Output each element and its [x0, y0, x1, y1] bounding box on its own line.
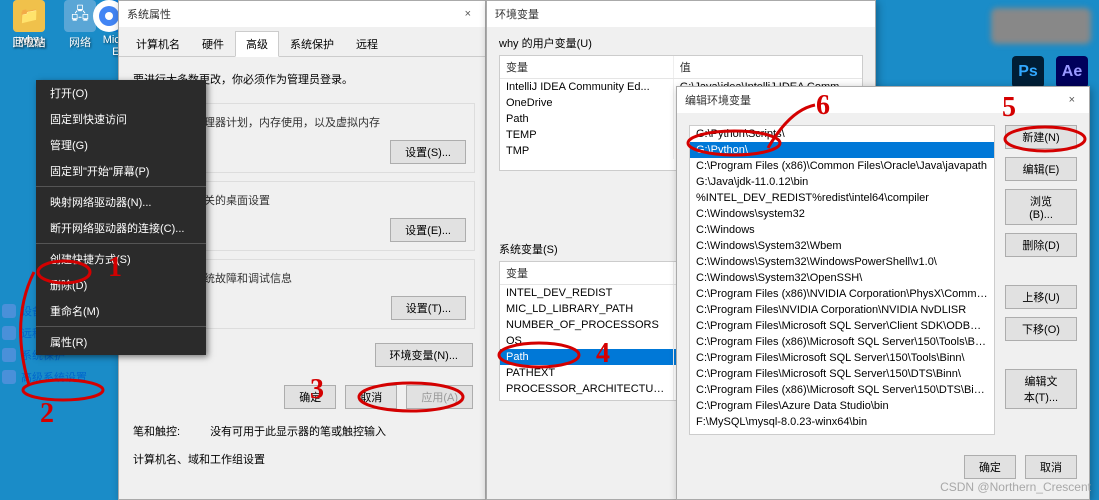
apply-button[interactable]: 应用(A) — [406, 385, 473, 409]
path-entry[interactable]: C:\Program Files (x86)\Microsoft SQL Ser… — [690, 334, 994, 350]
pen-touch-info: 笔和触控: 没有可用于此显示器的笔或触控输入 — [119, 417, 485, 445]
context-menu-item[interactable]: 删除(D) — [36, 272, 206, 298]
context-menu-item[interactable]: 固定到"开始"屏幕(P) — [36, 158, 206, 184]
new-button[interactable]: 新建(N) — [1005, 125, 1077, 149]
path-entry[interactable]: G:\Python\Scripts\ — [690, 126, 994, 142]
edit-buttons-column: 新建(N) 编辑(E) 浏览(B)... 删除(D) 上移(U) 下移(O) 编… — [1005, 125, 1077, 435]
path-entry[interactable]: %INTEL_DEV_REDIST%redist\intel64\compile… — [690, 190, 994, 206]
tab-protection[interactable]: 系统保护 — [279, 31, 345, 56]
context-menu: 打开(O)固定到快速访问管理(G)固定到"开始"屏幕(P) 映射网络驱动器(N).… — [36, 80, 206, 355]
delete-button[interactable]: 删除(D) — [1005, 233, 1077, 257]
path-entry[interactable]: C:\Program Files (x86)\Common Files\Orac… — [690, 158, 994, 174]
env-variables-button[interactable]: 环境变量(N)... — [375, 343, 473, 367]
context-menu-item[interactable]: 属性(R) — [36, 329, 206, 355]
path-entry[interactable]: C:\Program Files\NVIDIA Corporation\NVID… — [690, 302, 994, 318]
down-button[interactable]: 下移(O) — [1005, 317, 1077, 341]
context-menu-item[interactable]: 创建快捷方式(S) — [36, 246, 206, 272]
context-menu-item[interactable]: 映射网络驱动器(N)... — [36, 189, 206, 215]
user-vars-header: why 的用户变量(U) — [499, 35, 863, 51]
up-button[interactable]: 上移(U) — [1005, 285, 1077, 309]
browse-button[interactable]: 浏览(B)... — [1005, 189, 1077, 225]
watermark: CSDN @Northern_Crescent — [940, 480, 1091, 494]
context-menu-item[interactable]: 固定到快速访问 — [36, 106, 206, 132]
path-entry[interactable]: C:\Windows\System32\Wbem — [690, 238, 994, 254]
annotation-2: 2 — [40, 398, 54, 430]
path-entry[interactable]: C:\Program Files\Azure Data Studio\bin — [690, 398, 994, 414]
desktop-icon-ps[interactable]: Ps — [1003, 56, 1053, 90]
edit-body: G:\Python\Scripts\G:\Python\C:\Program F… — [677, 113, 1089, 447]
close-icon[interactable]: × — [1063, 94, 1081, 106]
path-entry[interactable]: G:\Python\ — [690, 142, 994, 158]
startup-settings-button[interactable]: 设置(T)... — [391, 296, 466, 320]
path-entry[interactable]: C:\Windows\system32 — [690, 206, 994, 222]
path-entry[interactable]: G:\Java\jdk-11.0.12\bin — [690, 174, 994, 190]
edit-text-button[interactable]: 编辑文本(T)... — [1005, 369, 1077, 409]
path-entries-list[interactable]: G:\Python\Scripts\G:\Python\C:\Program F… — [689, 125, 995, 435]
context-menu-item[interactable]: 断开网络驱动器的连接(C)... — [36, 215, 206, 241]
computer-name-info: 计算机名、域和工作组设置 — [119, 445, 485, 473]
tab-computer-name[interactable]: 计算机名 — [125, 31, 191, 56]
sidebar-item-advanced[interactable]: 高级系统设置 — [0, 366, 100, 388]
path-entry[interactable]: C:\Program Files\Microsoft SQL Server\15… — [690, 366, 994, 382]
path-entry[interactable]: F:\MySQL\mysql-8.0.23-winx64\bin — [690, 414, 994, 430]
tab-remote[interactable]: 远程 — [345, 31, 389, 56]
ok-button[interactable]: 确定 — [284, 385, 336, 409]
desktop-icon-folder[interactable]: 📁why — [4, 0, 54, 46]
path-entry[interactable]: C:\Program Files\Microsoft SQL Server\Cl… — [690, 318, 994, 334]
dialog-footer: 确定 取消 应用(A) — [119, 377, 485, 417]
cancel-button[interactable]: 取消 — [345, 385, 397, 409]
edit-title: 编辑环境变量 — [685, 92, 751, 108]
dialog-title: 系统属性 — [127, 6, 171, 22]
tab-advanced[interactable]: 高级 — [235, 31, 279, 57]
env-titlebar: 环境变量 — [487, 1, 875, 27]
close-icon[interactable]: × — [459, 8, 477, 20]
env-title: 环境变量 — [495, 6, 539, 22]
context-menu-item[interactable]: 管理(G) — [36, 132, 206, 158]
tab-hardware[interactable]: 硬件 — [191, 31, 235, 56]
tab-bar: 计算机名 硬件 高级 系统保护 远程 — [119, 27, 485, 57]
perf-settings-button[interactable]: 设置(S)... — [390, 140, 466, 164]
path-entry[interactable]: C:\Windows — [690, 222, 994, 238]
path-entry[interactable]: C:\Program Files (x86)\NVIDIA Corporatio… — [690, 286, 994, 302]
desktop-icon-ae[interactable]: Ae — [1047, 56, 1097, 90]
edit-ok-button[interactable]: 确定 — [964, 455, 1016, 479]
path-entry[interactable]: C:\Windows\System32\OpenSSH\ — [690, 270, 994, 286]
path-entry[interactable]: C:\Program Files (x86)\Microsoft SQL Ser… — [690, 382, 994, 398]
context-menu-item[interactable]: 重命名(M) — [36, 298, 206, 324]
edit-env-dialog: 编辑环境变量 × G:\Python\Scripts\G:\Python\C:\… — [676, 86, 1090, 500]
dialog-titlebar: 系统属性 × — [119, 1, 485, 27]
edit-button[interactable]: 编辑(E) — [1005, 157, 1077, 181]
path-entry[interactable]: C:\Program Files\Microsoft SQL Server\15… — [690, 350, 994, 366]
path-entry[interactable]: C:\Windows\System32\WindowsPowerShell\v1… — [690, 254, 994, 270]
context-menu-item[interactable]: 打开(O) — [36, 80, 206, 106]
blurred-area — [991, 8, 1091, 44]
profile-settings-button[interactable]: 设置(E)... — [390, 218, 466, 242]
edit-titlebar: 编辑环境变量 × — [677, 87, 1089, 113]
edit-cancel-button[interactable]: 取消 — [1025, 455, 1077, 479]
